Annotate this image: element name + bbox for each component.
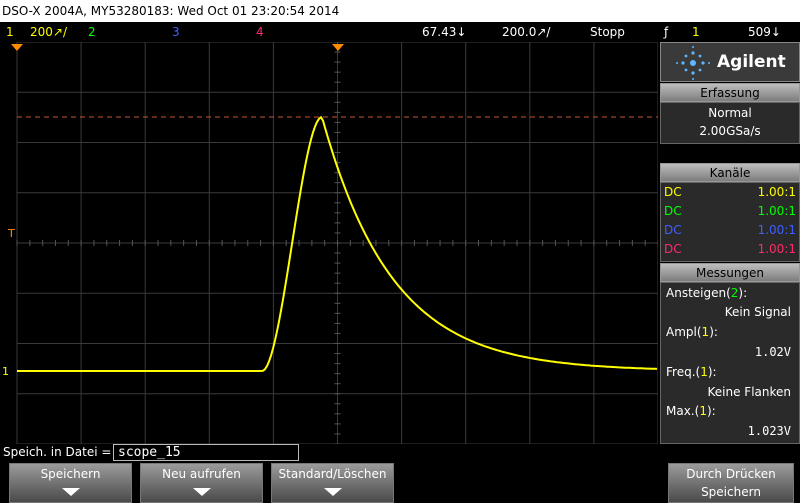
ch1-coupling: DC: [664, 185, 682, 199]
trigger-icon: ƒ: [664, 25, 669, 39]
press-to-save-label2: Speichern: [701, 485, 761, 499]
meas-2-value: 1.02V: [754, 345, 791, 359]
agilent-logo: Agilent: [660, 42, 800, 82]
recall-softkey-label: Neu aufrufen: [162, 467, 241, 481]
meas-3-label: Freq.(1):: [666, 365, 717, 379]
trigger-position-marker[interactable]: [332, 44, 344, 51]
ch1-scale: 200↗/: [30, 25, 68, 39]
meas-1-label: Ansteigen(2):: [666, 286, 748, 300]
meas-4-label: Max.(1):: [666, 404, 716, 418]
ch3-indicator[interactable]: 3: [172, 22, 180, 42]
measurements-panel: Ansteigen(2): Kein Signal Ampl(1): 1.02V…: [660, 282, 800, 444]
acquisition-panel: Normal 2.00GSa/s: [660, 102, 800, 144]
ch4-coupling: DC: [664, 242, 682, 256]
run-state: Stopp: [590, 25, 625, 39]
softkey-bar: Speich. in Datei = scope_15 Speichern Ne…: [0, 444, 800, 503]
press-to-save-softkey[interactable]: Durch Drücken Speichern: [668, 463, 794, 503]
status-bar: 1 200↗/ 2 3 4 67.43↓ 200.0↗/ Stopp ƒ 1 5…: [0, 22, 800, 42]
meas-3-value: Keine Flanken: [707, 385, 792, 399]
recall-softkey[interactable]: Neu aufrufen: [140, 463, 263, 503]
sample-rate: 2.00GSa/s: [699, 124, 761, 138]
channels-panel: DC 1.00:1 DC 1.00:1 DC 1.00:1 DC 1.00:1: [660, 182, 800, 262]
ch1-probe: 1.00:1: [757, 185, 796, 199]
down-arrow-icon: [61, 488, 80, 496]
brand-name: Agilent: [717, 52, 786, 72]
down-arrow-icon: [323, 488, 342, 496]
acquisition-mode: Normal: [708, 106, 752, 120]
ch1-indicator[interactable]: 1: [6, 22, 14, 42]
ch2-indicator[interactable]: 2: [88, 22, 96, 42]
down-arrow-icon: [192, 488, 211, 496]
default-erase-softkey[interactable]: Standard/Löschen: [271, 463, 394, 503]
trigger-level: 509↓: [748, 25, 781, 39]
side-panel: Agilent Erfassung Normal 2.00GSa/s Kanäl…: [660, 42, 800, 444]
ch3-coupling: DC: [664, 223, 682, 237]
graticule: T 1: [2, 42, 658, 444]
ch4-probe: 1.00:1: [757, 242, 796, 256]
waveform-display[interactable]: T 1: [0, 42, 658, 444]
ch2-coupling: DC: [664, 204, 682, 218]
ch2-probe: 1.00:1: [757, 204, 796, 218]
press-to-save-label: Durch Drücken: [686, 467, 776, 481]
ch3-probe: 1.00:1: [757, 223, 796, 237]
measurements-header[interactable]: Messungen: [660, 263, 800, 282]
time-per-div: 200.0↗/: [502, 25, 551, 39]
meas-1-value: Kein Signal: [724, 305, 791, 319]
delay-marker: [11, 44, 23, 51]
default-erase-softkey-label: Standard/Löschen: [278, 467, 387, 481]
trigger-marker-label: T: [7, 227, 15, 240]
save-filename-field[interactable]: scope_15: [113, 444, 299, 461]
ground-marker-label: 1: [2, 365, 9, 378]
meas-4-value: 1.023V: [747, 424, 791, 438]
save-softkey[interactable]: Speichern: [9, 463, 132, 503]
trigger-source: 1: [692, 25, 700, 39]
channels-header[interactable]: Kanäle: [660, 163, 800, 182]
save-softkey-label: Speichern: [40, 467, 101, 481]
window-title: DSO-X 2004A, MY53280183: Wed Oct 01 23:2…: [0, 0, 800, 22]
acquisition-header[interactable]: Erfassung: [660, 83, 800, 102]
save-file-label: Speich. in Datei =: [3, 445, 112, 459]
ch4-indicator[interactable]: 4: [256, 22, 264, 42]
meas-2-label: Ampl(1):: [666, 325, 718, 339]
timebase-delay: 67.43↓: [422, 25, 467, 39]
spark-icon: [676, 46, 710, 80]
